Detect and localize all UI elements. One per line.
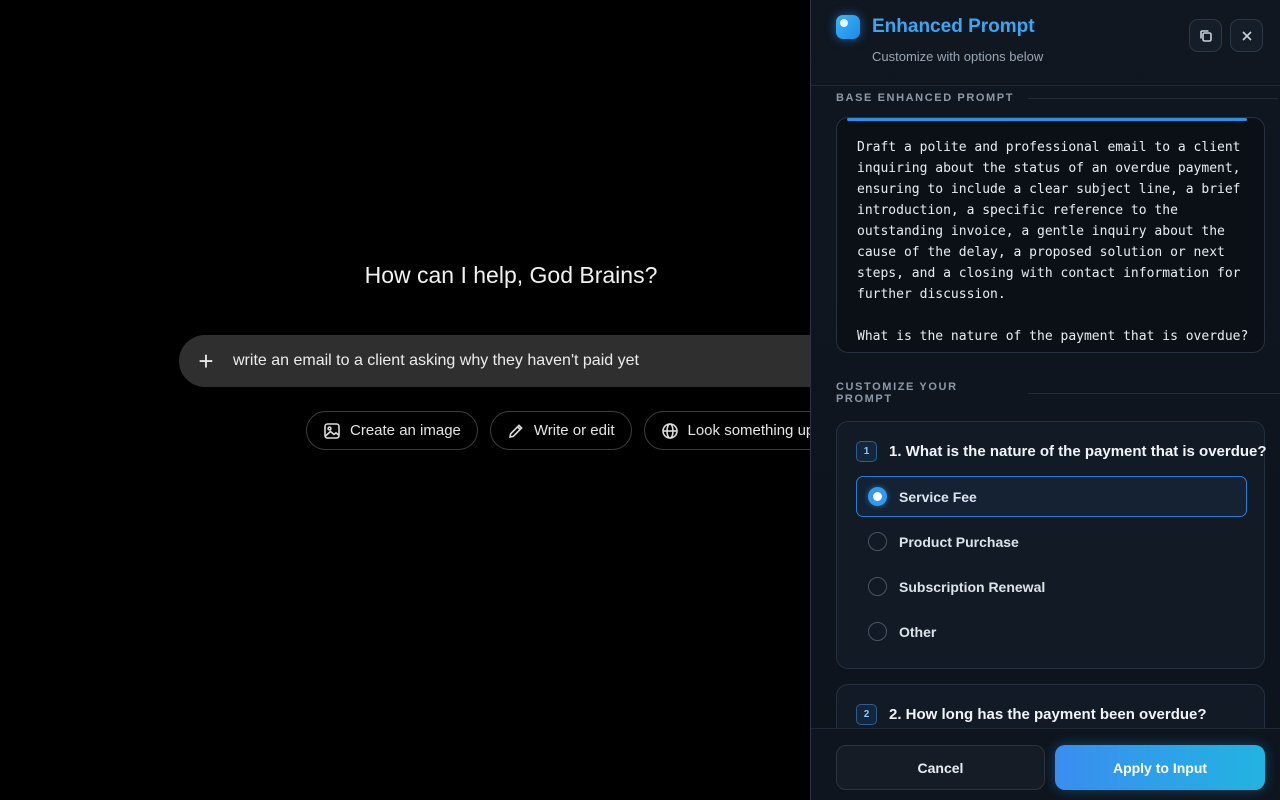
radio-selected-icon[interactable] [868, 487, 887, 506]
chip-label: Write or edit [533, 422, 615, 439]
option-label: Product Purchase [899, 533, 1019, 550]
option-label: Service Fee [899, 488, 977, 505]
question-number-badge: 2 [856, 704, 877, 725]
globe-icon [661, 422, 678, 439]
option-service-fee[interactable]: Service Fee [856, 476, 1247, 517]
cancel-button[interactable]: Cancel [836, 745, 1045, 790]
base-prompt-textarea[interactable]: Draft a polite and professional email to… [836, 117, 1265, 353]
suggestion-chips: Create an image Write or edit Look somet… [306, 411, 810, 450]
panel-subtitle: Customize with options below [872, 49, 1044, 64]
plus-icon[interactable]: + [179, 348, 233, 374]
question-card-1: 1 1. What is the nature of the payment t… [836, 421, 1267, 669]
base-prompt-section-label: BASE ENHANCED PROMPT [836, 92, 1279, 104]
chat-area: How can I help, God Brains? + write an e… [0, 0, 810, 800]
scroll-indicator [847, 118, 1247, 121]
option-other[interactable]: Other [856, 611, 1247, 652]
option-label: Subscription Renewal [899, 578, 1046, 595]
option-product-purchase[interactable]: Product Purchase [856, 521, 1247, 562]
base-prompt-text: Draft a polite and professional email to… [857, 140, 1249, 344]
question-number-badge: 1 [856, 441, 877, 462]
panel-title: Enhanced Prompt [872, 16, 1035, 37]
image-icon [324, 422, 340, 439]
look-up-chip[interactable]: Look something up [643, 411, 811, 450]
enhanced-prompt-panel: Enhanced Prompt Customize with options b… [810, 0, 1280, 800]
close-icon [1241, 30, 1252, 41]
question-header: 2 2. How long has the payment been overd… [856, 704, 1207, 725]
chip-label: Look something up [687, 422, 811, 439]
copy-icon [1199, 29, 1212, 42]
chip-label: Create an image [350, 422, 461, 439]
question-text: 1. What is the nature of the payment tha… [889, 443, 1267, 460]
greeting-heading: How can I help, God Brains? [364, 262, 658, 288]
question-header: 1 1. What is the nature of the payment t… [856, 441, 1267, 462]
close-button[interactable] [1230, 19, 1263, 52]
question-text: 2. How long has the payment been overdue… [889, 706, 1207, 723]
answer-options: Service Fee Product Purchase Subscriptio… [856, 476, 1247, 656]
write-edit-chip[interactable]: Write or edit [489, 411, 632, 450]
divider [1027, 392, 1280, 394]
apply-to-input-button[interactable]: Apply to Input [1055, 745, 1265, 790]
customize-section-label: CUSTOMIZE YOUR PROMPT [836, 381, 1280, 405]
create-image-chip[interactable]: Create an image [306, 411, 478, 450]
chat-input[interactable]: write an email to a client asking why th… [233, 352, 639, 370]
radio-icon[interactable] [868, 622, 887, 641]
pencil-icon [508, 423, 523, 438]
option-subscription-renewal[interactable]: Subscription Renewal [856, 566, 1247, 607]
radio-icon[interactable] [868, 577, 887, 596]
panel-header: Enhanced Prompt Customize with options b… [811, 0, 1280, 86]
divider [1028, 97, 1279, 99]
app-logo-icon [836, 15, 860, 39]
radio-icon[interactable] [868, 532, 887, 551]
chat-composer[interactable]: + write an email to a client asking why … [179, 335, 810, 387]
copy-button[interactable] [1189, 19, 1222, 52]
panel-footer: Cancel Apply to Input [811, 728, 1280, 800]
option-label: Other [899, 623, 937, 640]
